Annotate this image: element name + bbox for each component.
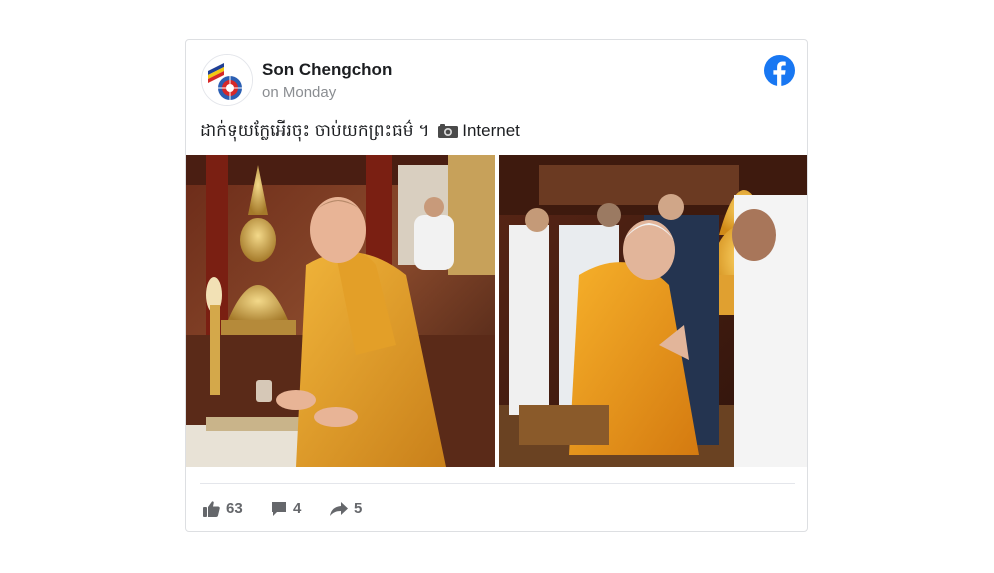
- post-photo-right[interactable]: [499, 155, 807, 467]
- post-card: Son Chengchon on Monday ដាក់ទុយក្លែអើរចុ…: [185, 39, 808, 532]
- author-name[interactable]: Son Chengchon: [262, 60, 392, 80]
- caption-text: ដាក់ទុយក្លែអើរចុះ ចាប់យកព្រះធម៌ ។: [200, 121, 430, 140]
- post-date[interactable]: on Monday: [262, 84, 336, 101]
- author-avatar[interactable]: [201, 54, 253, 106]
- thumbs-up-icon: [203, 500, 220, 517]
- facebook-icon[interactable]: [764, 55, 795, 86]
- post-caption: ដាក់ទុយក្លែអើរចុះ ចាប់យកព្រះធម៌ ។ Intern…: [200, 120, 520, 145]
- comment-icon: [271, 501, 287, 517]
- camera-icon: [438, 123, 459, 143]
- comments-count: 4: [293, 500, 302, 517]
- likes-stat[interactable]: 63: [203, 500, 243, 517]
- shares-count: 5: [354, 500, 363, 517]
- caption-source: Internet: [462, 121, 520, 140]
- share-icon: [330, 501, 348, 516]
- divider: [200, 483, 795, 484]
- likes-count: 63: [226, 500, 243, 517]
- comments-stat[interactable]: 4: [271, 500, 301, 517]
- shares-stat[interactable]: 5: [330, 500, 362, 517]
- post-photo-left[interactable]: [186, 155, 495, 467]
